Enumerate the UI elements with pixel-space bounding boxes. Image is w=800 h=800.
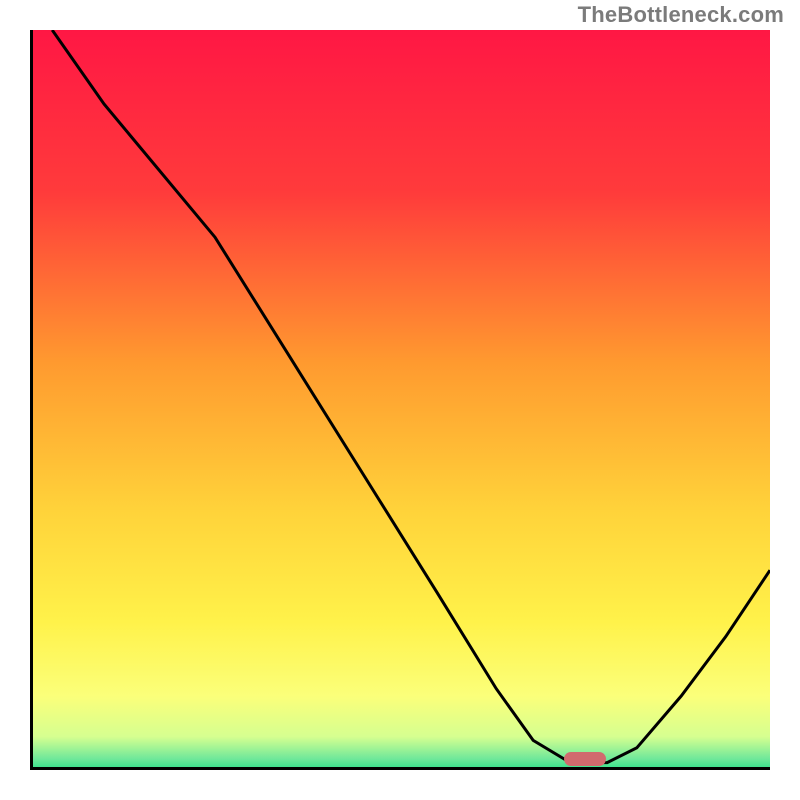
bottleneck-curve (52, 30, 770, 763)
attribution-text: TheBottleneck.com (578, 2, 784, 28)
curve-layer (30, 30, 770, 770)
optimal-range-marker (564, 752, 606, 766)
plot-area (30, 30, 770, 770)
chart-root: TheBottleneck.com (0, 0, 800, 800)
